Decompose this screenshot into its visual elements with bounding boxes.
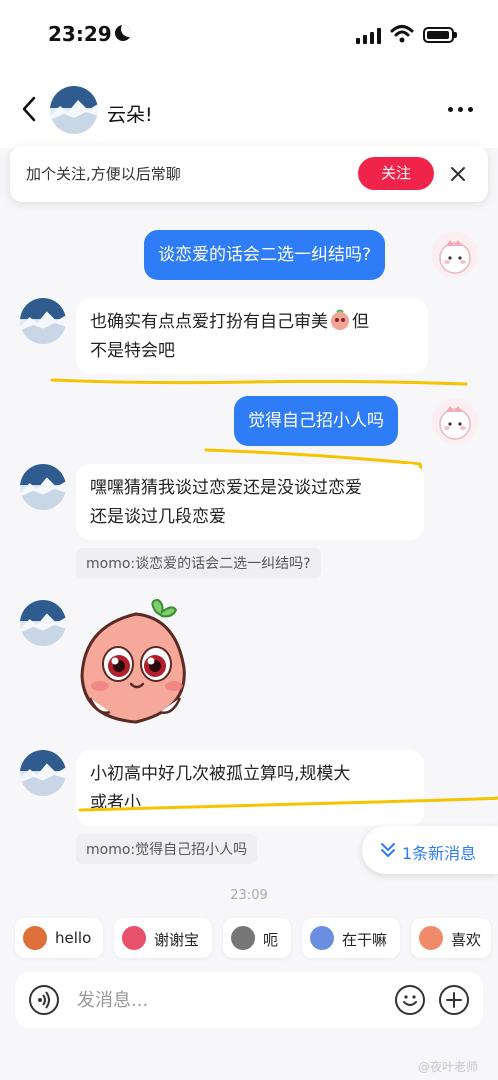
received-message-bubble[interactable]: 嘿嘿猜猜我谈过恋爱还是没谈过恋爱 还是谈过几段恋爱 xyxy=(76,464,424,540)
close-icon[interactable] xyxy=(448,164,468,184)
contact-name: 云朵! xyxy=(107,104,153,126)
message-text-line2: 还是谈过几段恋爱 xyxy=(90,507,226,527)
quick-reply-label: 呃 xyxy=(263,931,279,949)
sent-message-bubble[interactable]: 觉得自己招小人吗 xyxy=(234,396,398,446)
contact-avatar-small[interactable] xyxy=(20,298,66,344)
quick-reply-chip[interactable]: 喜欢 xyxy=(411,918,491,958)
message-text-line1: 嘿嘿猜猜我谈过恋爱还是没谈过恋爱 xyxy=(90,478,362,498)
monkey-sticker-icon xyxy=(23,926,47,950)
quick-reply-chip[interactable]: 谢谢宝 xyxy=(114,918,212,958)
quick-reply-chip[interactable]: 在干嘛 xyxy=(302,918,400,958)
blush-emoji-icon xyxy=(329,309,351,331)
wifi-icon xyxy=(390,25,414,43)
heart-sticker-icon xyxy=(419,926,443,950)
moon-icon xyxy=(115,25,131,41)
voice-input-icon[interactable] xyxy=(29,985,59,1015)
yellow-underline-annotation xyxy=(50,378,468,386)
quick-reply-chip[interactable]: 呃 xyxy=(223,918,291,958)
quoted-reply[interactable]: momo:谈恋爱的话会二选一纠结吗? xyxy=(76,548,321,578)
contact-avatar-small[interactable] xyxy=(20,464,66,510)
message-text-line1: 也确实有点点爱打扮有自己审美 xyxy=(90,312,328,332)
contact-avatar[interactable] xyxy=(50,86,98,134)
quick-reply-label: 喜欢 xyxy=(451,931,482,949)
new-messages-label: 1条新消息 xyxy=(402,844,477,863)
message-timestamp: 23:09 xyxy=(230,888,268,902)
follow-prompt-text: 加个关注,方便以后常聊 xyxy=(26,165,181,183)
plus-icon[interactable] xyxy=(439,985,469,1015)
quick-reply-label: hello xyxy=(55,929,92,947)
message-text-suffix: 但 xyxy=(352,312,369,332)
quick-reply-label: 谢谢宝 xyxy=(154,931,200,949)
character-sticker-icon xyxy=(310,926,334,950)
quick-reply-bar: hello 谢谢宝 呃 在干嘛 喜欢 xyxy=(0,906,498,970)
my-avatar[interactable] xyxy=(432,398,478,444)
follow-prompt-banner: 加个关注,方便以后常聊 关注 xyxy=(10,146,488,202)
more-options-icon[interactable] xyxy=(448,98,476,118)
contact-avatar-small[interactable] xyxy=(20,600,66,646)
cellular-signal-icon xyxy=(356,28,382,44)
chat-header: 云朵! xyxy=(0,72,498,148)
yellow-underline-annotation xyxy=(78,796,498,812)
follow-button[interactable]: 关注 xyxy=(358,157,434,190)
peach-sticker-image[interactable] xyxy=(76,598,194,726)
received-message-bubble[interactable]: 也确实有点点爱打扮有自己审美 但 不是特会吧 xyxy=(76,298,428,374)
message-text-line2: 不是特会吧 xyxy=(90,341,175,361)
new-messages-button[interactable]: 1条新消息 xyxy=(362,826,498,874)
quick-reply-chip[interactable]: hello xyxy=(15,918,103,958)
status-time: 23:29 xyxy=(48,22,112,46)
quick-reply-label: 在干嘛 xyxy=(342,931,388,949)
back-arrow-icon[interactable] xyxy=(18,94,42,124)
sent-message-bubble[interactable]: 谈恋爱的话会二选一纠结吗? xyxy=(144,230,386,280)
watermark: @夜叶老师 xyxy=(418,1060,479,1074)
battery-icon xyxy=(423,27,457,43)
double-chevron-down-icon xyxy=(381,843,395,857)
message-input-bar xyxy=(15,972,483,1028)
flower-sticker-icon xyxy=(122,926,146,950)
my-avatar[interactable] xyxy=(432,232,478,278)
status-bar: 23:29 xyxy=(0,0,498,72)
message-input[interactable] xyxy=(77,986,377,1014)
contact-avatar-small[interactable] xyxy=(20,750,66,796)
emoji-icon[interactable] xyxy=(395,985,425,1015)
message-text: 谈恋爱的话会二选一纠结吗? xyxy=(158,245,372,265)
cat-sticker-icon xyxy=(231,926,255,950)
message-text-line1: 小初高中好几次被孤立算吗,规模大 xyxy=(90,764,351,784)
message-text: 觉得自己招小人吗 xyxy=(248,411,384,431)
quoted-reply[interactable]: momo:觉得自己招小人吗 xyxy=(76,834,258,864)
